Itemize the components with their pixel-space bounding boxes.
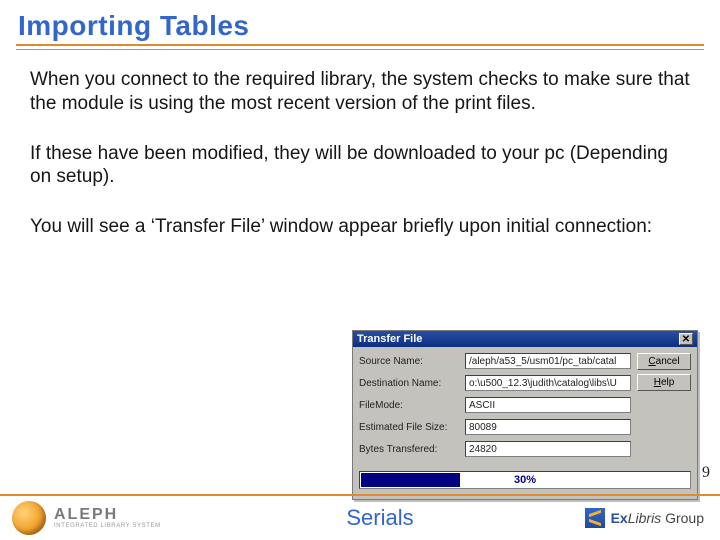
estimated-size-value: 80089: [465, 419, 631, 435]
help-button[interactable]: Help: [637, 374, 691, 391]
progress-label: 30%: [360, 472, 690, 488]
destination-name-label: Destination Name:: [359, 378, 465, 389]
paragraph: You will see a ‘Transfer File’ window ap…: [30, 215, 694, 239]
globe-icon: [12, 501, 46, 535]
dialog-titlebar[interactable]: Transfer File ✕: [353, 331, 697, 347]
transfer-file-dialog: Transfer File ✕ Source Name: /aleph/a53_…: [352, 330, 698, 500]
page-number: 9: [702, 464, 710, 482]
exlibris-logo: ExLibris Group: [520, 508, 720, 528]
dialog-title: Transfer File: [357, 333, 422, 345]
progress-bar: 30%: [359, 471, 691, 489]
paragraph: When you connect to the required library…: [30, 68, 694, 116]
source-name-label: Source Name:: [359, 356, 465, 367]
source-name-value: /aleph/a53_5/usm01/pc_tab/catal: [465, 353, 631, 369]
destination-name-value: o:\u500_12.3\judith\catalog\libs\U: [465, 375, 631, 391]
file-mode-label: FileMode:: [359, 400, 465, 411]
aleph-logo: ALEPH INTEGRATED LIBRARY SYSTEM: [0, 501, 240, 535]
file-mode-value: ASCII: [465, 397, 631, 413]
aleph-subtitle: INTEGRATED LIBRARY SYSTEM: [54, 523, 161, 529]
cancel-button-label: ancel: [656, 356, 680, 367]
close-icon[interactable]: ✕: [679, 333, 693, 345]
paragraph: If these have been modified, they will b…: [30, 142, 694, 190]
footer-center-label: Serials: [240, 505, 520, 531]
body-content: When you connect to the required library…: [0, 50, 720, 239]
bytes-transferred-label: Bytes Transfered:: [359, 444, 465, 455]
bytes-transferred-value: 24820: [465, 441, 631, 457]
aleph-name: ALEPH: [54, 507, 161, 523]
cancel-button[interactable]: Cancel: [637, 353, 691, 370]
help-button-label: elp: [661, 377, 674, 388]
exlibris-text: ExLibris Group: [611, 510, 704, 526]
slide-title: Importing Tables: [0, 0, 720, 46]
footer: ALEPH INTEGRATED LIBRARY SYSTEM Serials …: [0, 494, 720, 540]
estimated-size-label: Estimated File Size:: [359, 422, 465, 433]
exlibris-icon: [585, 508, 605, 528]
